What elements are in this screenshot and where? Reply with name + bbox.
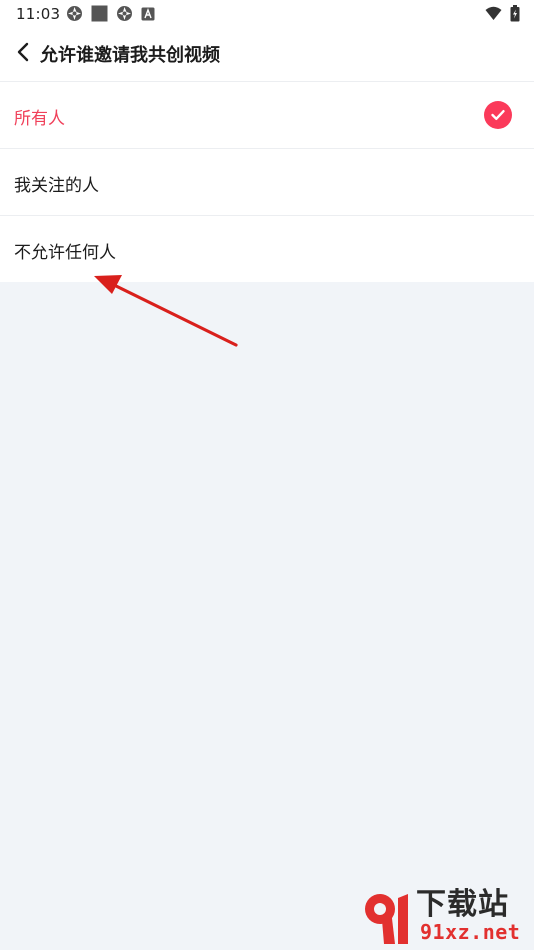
aperture-icon: [116, 5, 133, 26]
options-list: 所有人 我关注的人 不允许任何人: [0, 82, 534, 282]
watermark-title: 下载站: [416, 887, 509, 922]
page-title: 允许谁邀请我共创视频: [40, 45, 220, 66]
annotation-arrow: [94, 275, 238, 347]
back-button[interactable]: [10, 40, 36, 68]
battery-charging-icon: [510, 5, 520, 26]
option-everyone[interactable]: 所有人: [0, 82, 534, 149]
status-icons-right: [485, 5, 520, 26]
wifi-icon: [485, 6, 502, 25]
header: 允许谁邀请我共创视频: [0, 28, 534, 82]
watermark: 下载站 91xz.net: [352, 888, 532, 948]
square-icon: [91, 5, 108, 26]
option-following[interactable]: 我关注的人: [0, 149, 534, 216]
checkmark-icon: [484, 101, 512, 129]
aperture-icon: [66, 5, 83, 26]
option-label: 所有人: [14, 109, 65, 129]
option-no-one[interactable]: 不允许任何人: [0, 216, 534, 282]
top-panel: 11:03 允许谁邀请我共创视频 所有人 我关注的人 不允许任何人: [0, 0, 534, 282]
status-icons-left: [66, 5, 155, 26]
status-time: 11:03: [16, 5, 61, 23]
option-label: 不允许任何人: [14, 243, 116, 263]
watermark-url: 91xz.net: [420, 920, 521, 944]
chevron-left-icon: [16, 42, 30, 66]
status-bar: 11:03: [0, 0, 534, 28]
option-label: 我关注的人: [14, 176, 99, 196]
a-badge-icon: [141, 6, 155, 25]
logo-nine-icon: [365, 894, 408, 944]
